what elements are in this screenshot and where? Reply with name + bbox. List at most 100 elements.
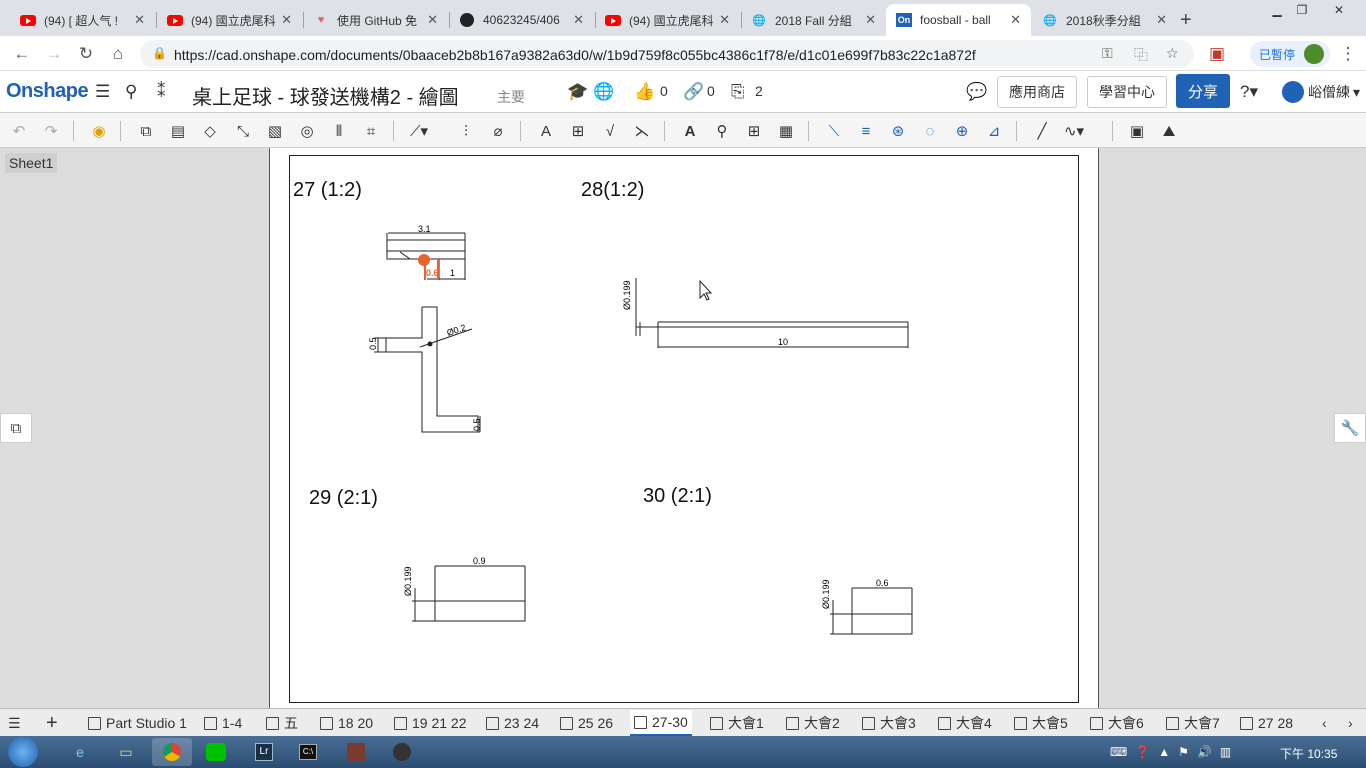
crop-view-icon[interactable]: ⌗ — [360, 120, 382, 142]
chamfer-icon[interactable]: ⊿ — [983, 120, 1005, 142]
tray-overflow-icon[interactable]: ▲ — [1158, 745, 1170, 759]
close-icon[interactable]: ✕ — [573, 12, 584, 28]
update-icon[interactable]: ◉ — [88, 120, 110, 142]
restore-button[interactable]: ❐ — [1287, 0, 1317, 20]
copy-icon[interactable]: ⎘ — [731, 82, 745, 102]
share-button[interactable]: 分享 — [1176, 74, 1230, 108]
flag-icon[interactable]: ⚑ — [1178, 745, 1189, 759]
baseline-dimension-icon[interactable]: ⫶ — [455, 120, 477, 142]
section-view-icon[interactable]: ⤡ — [232, 120, 254, 142]
tab-assembly[interactable]: 大會2 — [782, 710, 844, 736]
undo-icon[interactable]: ↶ — [8, 120, 30, 142]
back-icon[interactable]: ← — [10, 42, 34, 66]
explorer-icon[interactable]: ▭ — [106, 738, 146, 766]
projected-view-icon[interactable]: ▤ — [167, 120, 189, 142]
centerline-icon[interactable]: ⟍ — [823, 120, 845, 142]
version-tree-icon[interactable]: ⚲ — [125, 82, 137, 102]
tab-drawing-active[interactable]: 27-30 — [630, 710, 692, 736]
text-icon[interactable]: A — [679, 120, 701, 142]
insert-view-icon[interactable]: ⧉ — [135, 120, 157, 142]
onshape-logo[interactable]: Onshape — [6, 80, 89, 103]
tab-assembly[interactable]: 大會7 — [1162, 710, 1224, 736]
tab-drawing[interactable]: 25 26 — [556, 710, 617, 736]
scroll-left-icon[interactable]: ‹ — [1318, 710, 1331, 736]
auxiliary-view-icon[interactable]: ◇ — [199, 120, 221, 142]
close-icon[interactable]: ✕ — [1156, 12, 1167, 28]
learning-center-button[interactable]: 學習中心 — [1087, 76, 1167, 108]
keyboard-icon[interactable]: ⌨ — [1110, 745, 1127, 759]
tab-drawing[interactable]: 五 — [262, 710, 302, 736]
drawing-canvas[interactable]: Sheet1 ⧉ 🔧 27 (1:2) 28(1:2) 29 (2:1) 30 … — [0, 148, 1366, 708]
centerline-2-icon[interactable]: ≡ — [855, 120, 877, 142]
close-icon[interactable]: ✕ — [134, 12, 145, 28]
tab-assembly[interactable]: 大會1 — [706, 710, 768, 736]
home-icon[interactable]: ⌂ — [106, 42, 130, 66]
comment-icon[interactable]: 💬 — [966, 82, 987, 102]
app-icon[interactable] — [382, 738, 422, 766]
center-mark-icon[interactable]: ⊛ — [887, 120, 909, 142]
browser-tab[interactable]: 🌐 2018秋季分組 ✕ — [1032, 4, 1177, 36]
weld-icon[interactable]: ⋋ — [631, 120, 653, 142]
document-title[interactable]: 桌上足球 - 球發送機構2 - 繪圖 — [192, 81, 459, 110]
scroll-right-icon[interactable]: › — [1344, 710, 1357, 736]
insert-icon[interactable]: ⁑ — [157, 82, 166, 102]
circle-center-icon[interactable]: ◌ — [919, 120, 941, 142]
tab-drawing[interactable]: 1-4 — [200, 710, 246, 736]
key-icon[interactable]: ⚿ — [1102, 45, 1113, 62]
tab-assembly[interactable]: 大會4 — [934, 710, 996, 736]
center-point-icon[interactable]: ⊕ — [951, 120, 973, 142]
volume-icon[interactable]: 🔊 — [1197, 745, 1212, 759]
ie-icon[interactable]: e — [60, 738, 100, 766]
close-icon[interactable]: ✕ — [427, 12, 438, 28]
break-view-icon[interactable]: ⫴ — [328, 120, 350, 142]
line-icon[interactable]: ╱ — [1031, 120, 1053, 142]
dxf-icon[interactable]: ▣ — [1126, 120, 1148, 142]
browser-tab[interactable]: 40623245/406 ✕ — [449, 4, 594, 36]
globe-icon[interactable]: 🌐 — [593, 82, 614, 102]
linear-dimension-icon[interactable]: ⟋▾ — [408, 120, 430, 142]
browser-tab-active[interactable]: On foosball - ball ✕ — [886, 4, 1031, 36]
tab-assembly[interactable]: 大會5 — [1010, 710, 1072, 736]
user-menu[interactable]: 峪僧練 ▾ — [1282, 81, 1360, 103]
add-tab-icon[interactable]: + — [42, 710, 62, 736]
tab-drawing[interactable]: 19 21 22 — [390, 710, 471, 736]
sheet-name[interactable]: Sheet1 — [5, 153, 58, 173]
close-icon[interactable]: ✕ — [1010, 12, 1021, 28]
extension-icon[interactable]: ▣ — [1205, 42, 1229, 66]
redo-icon[interactable]: ↷ — [40, 120, 62, 142]
reload-icon[interactable]: ↻ — [74, 42, 98, 66]
table-icon[interactable]: ⊞ — [743, 120, 765, 142]
menu-kebab-icon[interactable]: ⋮ — [1336, 42, 1360, 66]
app-store-button[interactable]: 應用商店 — [997, 76, 1077, 108]
tab-drawing[interactable]: 27 28 — [1236, 710, 1297, 736]
diameter-dimension-icon[interactable]: ⌀ — [487, 120, 509, 142]
network-icon[interactable]: ▥ — [1220, 745, 1231, 759]
image-icon[interactable]: ⛰ — [1158, 120, 1180, 142]
tab-drawing[interactable]: 18 20 — [316, 710, 377, 736]
learning-icon[interactable]: 🎓 — [567, 82, 588, 102]
taskbar-clock[interactable]: 下午 10:35 — [1280, 745, 1337, 762]
browser-tab[interactable]: (94) [ 超人气 ! ✕ — [10, 4, 155, 36]
new-tab-button[interactable]: + — [1180, 4, 1210, 36]
start-button[interactable] — [8, 737, 38, 767]
bom-icon[interactable]: ▦ — [775, 120, 797, 142]
help-icon[interactable]: ❓ — [1135, 745, 1150, 759]
help-icon[interactable]: ?▾ — [1240, 82, 1258, 102]
detail-view-icon[interactable]: ◎ — [296, 120, 318, 142]
callout-icon[interactable]: ⚲ — [711, 120, 733, 142]
browser-tab[interactable]: 🌐 2018 Fall 分組 ✕ — [741, 4, 886, 36]
url-field[interactable]: 🔒 https://cad.onshape.com/documents/0baa… — [140, 40, 1194, 68]
line-app-icon[interactable] — [196, 738, 236, 766]
star-icon[interactable]: ☆ — [1166, 45, 1179, 62]
profile-paused-button[interactable]: 已暫停 — [1250, 41, 1330, 67]
tab-assembly[interactable]: 大會3 — [858, 710, 920, 736]
close-icon[interactable]: ✕ — [719, 12, 730, 28]
broken-out-icon[interactable]: ▧ — [264, 120, 286, 142]
browser-tab[interactable]: ♥ 使用 GitHub 免 ✕ — [303, 4, 448, 36]
surface-finish-icon[interactable]: √ — [599, 120, 621, 142]
forward-icon[interactable]: → — [42, 42, 66, 66]
window-close-button[interactable]: ✕ — [1324, 0, 1354, 20]
menu-icon[interactable]: ☰ — [95, 82, 110, 102]
lightroom-icon[interactable]: Lr — [244, 738, 284, 766]
app-icon[interactable] — [336, 738, 376, 766]
